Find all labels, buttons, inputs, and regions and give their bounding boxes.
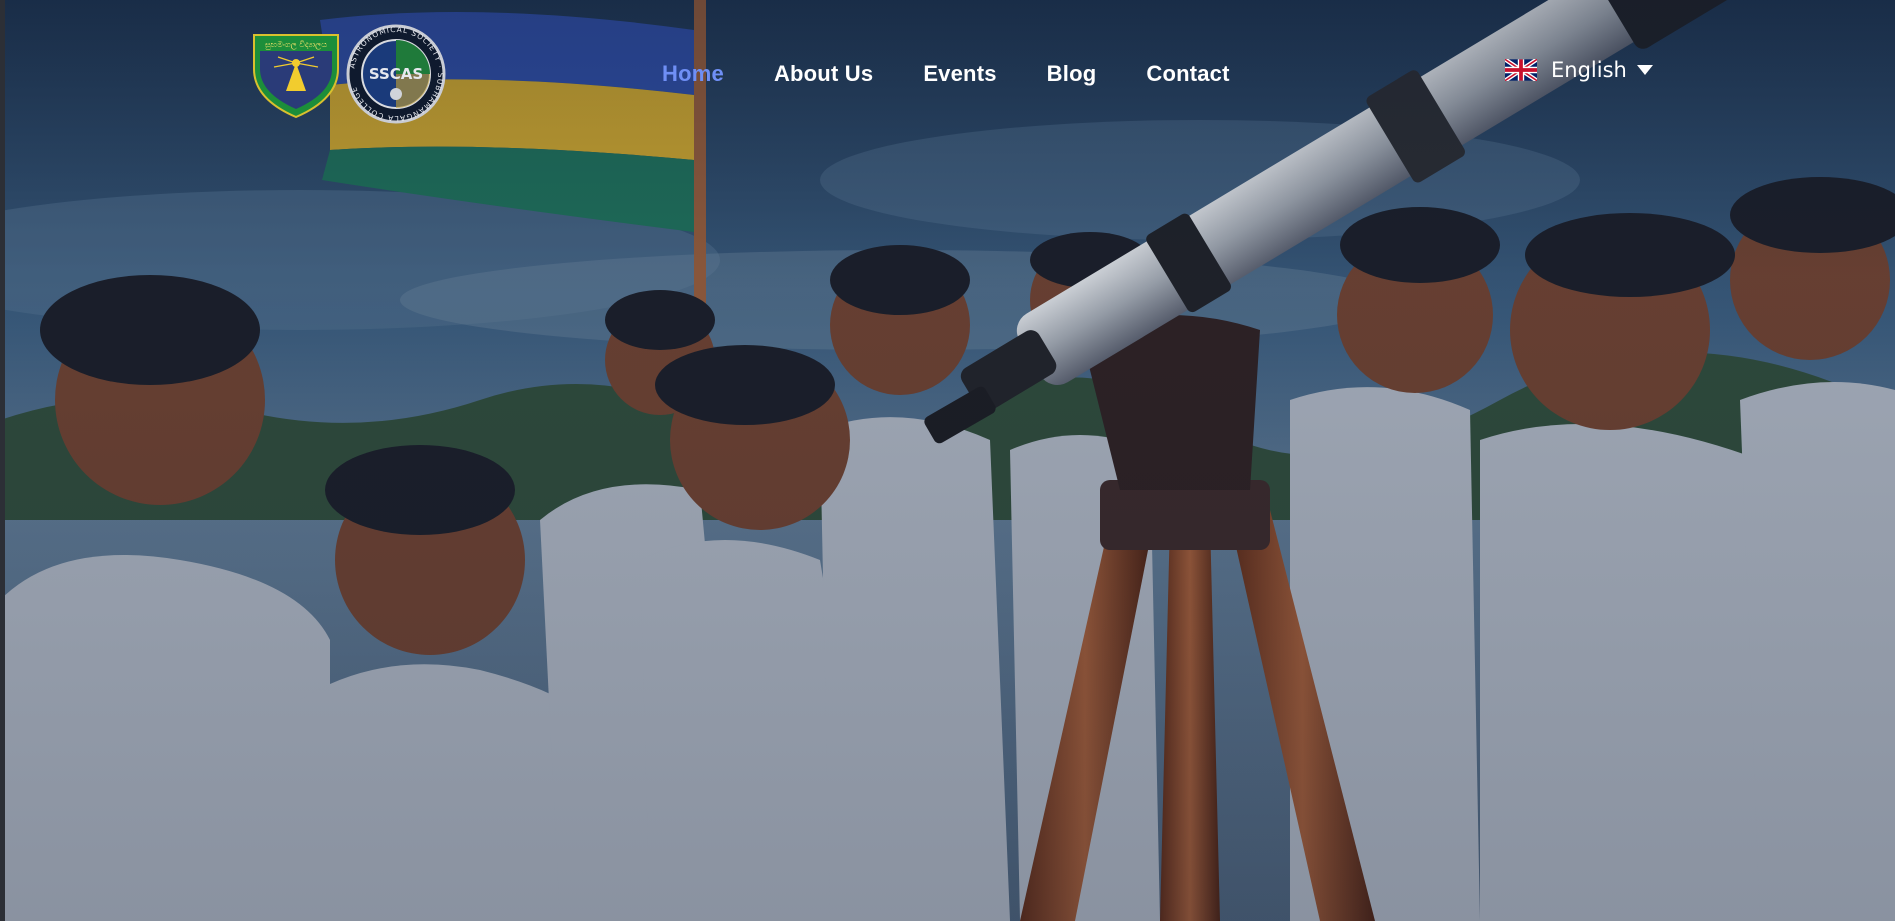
- nav-events[interactable]: Events: [923, 56, 996, 92]
- language-selector[interactable]: English: [1505, 58, 1653, 82]
- main-nav: Home About Us Events Blog Contact: [662, 56, 1280, 92]
- school-banner-text: සුභමංගල විද්‍යාලය: [265, 40, 327, 50]
- chevron-down-icon: [1636, 65, 1653, 75]
- society-abbrev: SSCAS: [369, 65, 423, 83]
- astronomical-society-seal-icon[interactable]: SSCAS ASTRONOMICAL SOCIETY · SUBHAMANGAL…: [346, 24, 446, 124]
- site-header: සුභමංගල විද්‍යාලය SSCAS ASTRONOMICAL SOC…: [0, 0, 1895, 150]
- nav-blog[interactable]: Blog: [1047, 56, 1097, 92]
- language-label: English: [1551, 58, 1627, 82]
- school-crest-icon[interactable]: සුභමංගල විද්‍යාලය: [250, 29, 342, 119]
- nav-contact[interactable]: Contact: [1146, 56, 1229, 92]
- nav-home[interactable]: Home: [662, 56, 724, 92]
- uk-flag-icon: [1505, 59, 1537, 81]
- nav-about-us[interactable]: About Us: [774, 56, 873, 92]
